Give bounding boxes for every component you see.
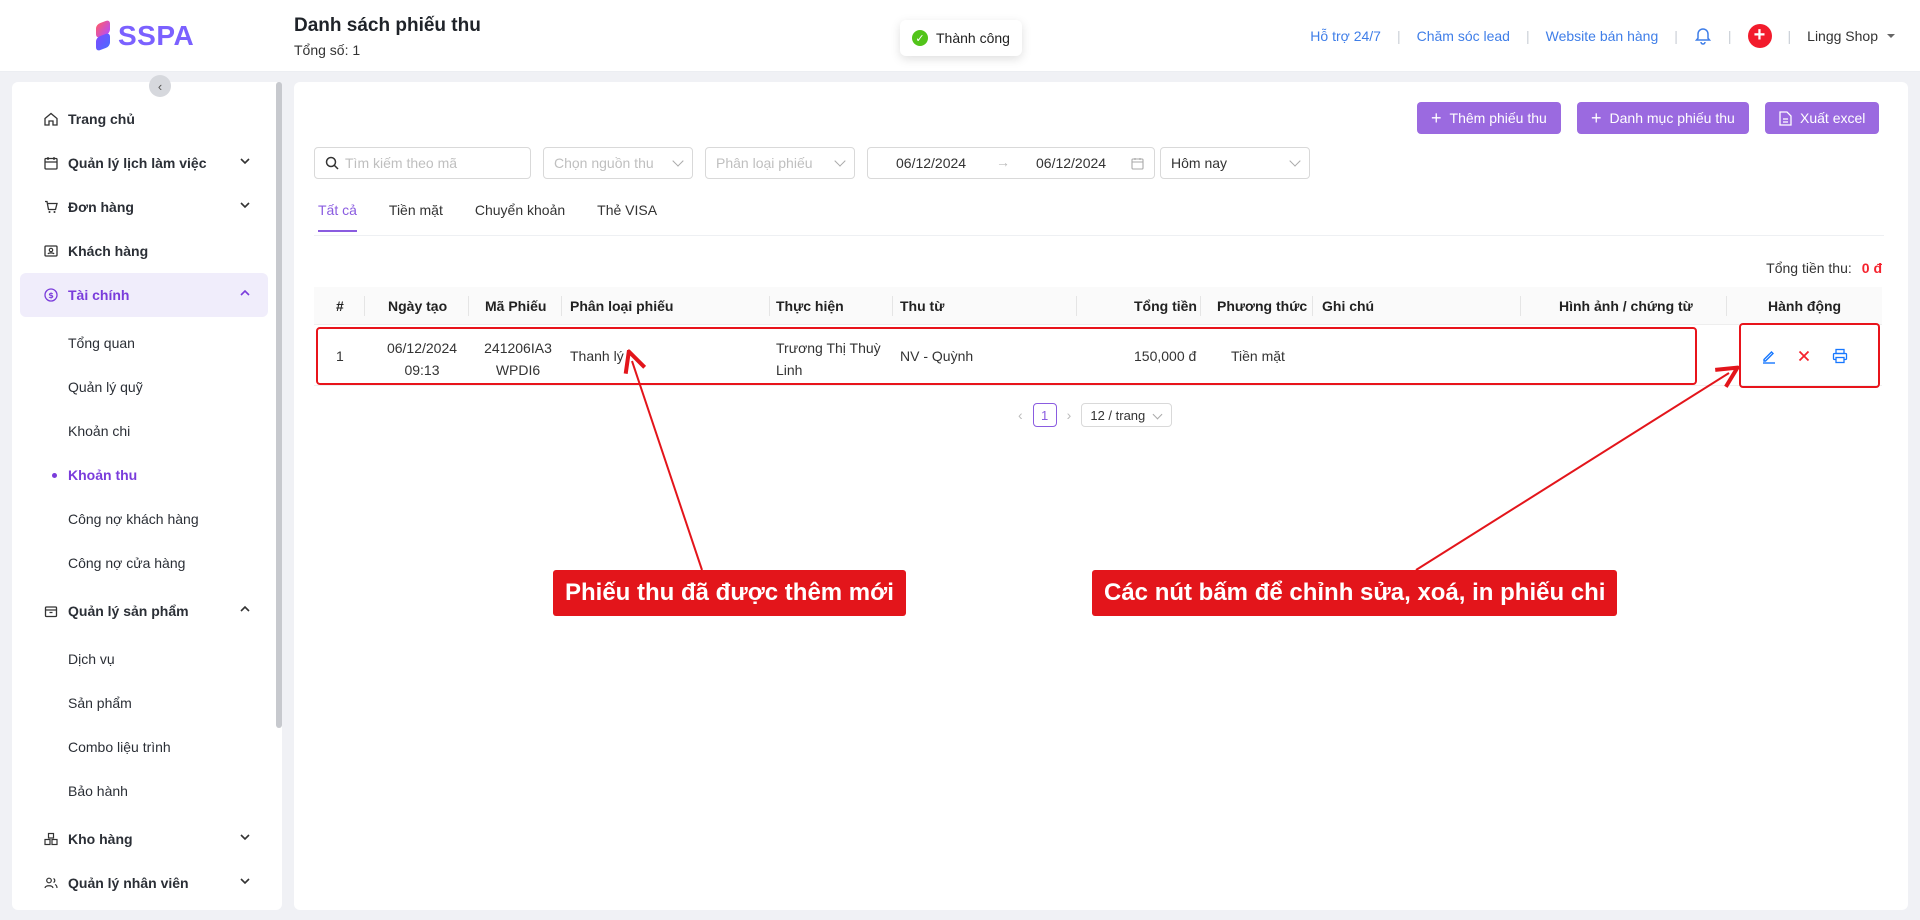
receipt-category-button[interactable]: + Danh mục phiếu thu [1577, 102, 1749, 134]
cart-icon [45, 200, 58, 213]
divider: | [1674, 28, 1678, 44]
chevron-up-icon [240, 289, 250, 296]
record-count: Tổng số: 1 [294, 42, 361, 58]
logo-text: SSPA [118, 20, 195, 51]
sales-website-link[interactable]: Website bán hàng [1546, 28, 1659, 44]
preset-range-select[interactable]: Hôm nay [1160, 147, 1310, 179]
date-from: 06/12/2024 [896, 155, 967, 171]
chevron-down-icon [240, 878, 250, 885]
receipt-type-select[interactable]: Phân loại phiếu [705, 147, 855, 179]
chevron-down-icon [1289, 155, 1301, 167]
calendar-icon [1131, 158, 1144, 170]
sidebar-subitem-income[interactable]: Khoản thu [20, 453, 268, 497]
chevron-down-icon [240, 834, 250, 841]
export-excel-button[interactable]: Xuất excel [1765, 102, 1880, 134]
divider: | [1525, 28, 1530, 44]
support-link[interactable]: Hỗ trợ 24/7 [1310, 28, 1381, 44]
add-receipt-button[interactable]: + Thêm phiếu thu [1417, 102, 1561, 134]
lead-care-link[interactable]: Chăm sóc lead [1417, 28, 1510, 44]
prev-page-icon[interactable]: ‹ [1018, 407, 1023, 423]
income-source-select[interactable]: Chọn nguồn thu [543, 147, 693, 179]
divider: | [1396, 28, 1401, 44]
active-dot [52, 473, 57, 478]
total-income: Tổng tiền thu: 0 đ [1766, 260, 1882, 276]
chevron-down-icon [240, 202, 250, 209]
date-to: 06/12/2024 [1036, 155, 1107, 171]
users-icon [44, 877, 58, 889]
box-icon [44, 606, 58, 618]
quick-add-icon[interactable]: + [1747, 24, 1772, 48]
chevron-up-icon [240, 605, 250, 612]
sidebar-item-staff[interactable]: Quản lý nhân viên [20, 861, 268, 905]
success-toast: ✓ Thành công [900, 20, 1022, 56]
tab-visa[interactable]: Thẻ VISA [597, 202, 657, 232]
caret-down-icon [1887, 34, 1895, 38]
shop-selector[interactable]: Lingg Shop [1807, 28, 1896, 44]
file-icon [1779, 110, 1792, 126]
callout-new-receipt: Phiếu thu đã được thêm mới [553, 570, 906, 616]
check-circle-icon: ✓ [912, 30, 928, 46]
table-header: # Ngày tạo Mã Phiếu Phân loại phiếu Thực… [314, 287, 1882, 325]
tab-cash[interactable]: Tiền mặt [389, 202, 443, 232]
dollar-circle-icon: $ [44, 288, 58, 302]
sidebar-item-home[interactable]: Trang chủ [20, 97, 268, 141]
top-header: SSPA Danh sách phiếu thu Tổng số: 1 ✓ Th… [0, 0, 1920, 72]
sidebar-item-finance[interactable]: $ Tài chính [20, 273, 268, 317]
contact-card-icon [44, 245, 58, 257]
calendar-icon [44, 157, 58, 170]
chevron-down-icon [240, 158, 250, 165]
actions-highlight [1739, 323, 1880, 388]
sidebar-subitem-overview[interactable]: Tổng quan [20, 321, 268, 365]
tab-divider [314, 235, 1884, 236]
sidebar-subitem-customer-debt[interactable]: Công nợ khách hàng [20, 497, 268, 541]
sidebar-item-customers[interactable]: Khách hàng [20, 229, 268, 273]
shop-name: Lingg Shop [1807, 28, 1878, 44]
sidebar-subitem-expense[interactable]: Khoản chi [20, 409, 268, 453]
collapse-sidebar-button[interactable]: ‹ [149, 75, 171, 97]
sidebar-item-schedule[interactable]: Quản lý lịch làm việc [20, 141, 268, 185]
next-page-icon[interactable]: › [1067, 407, 1072, 423]
pagination: ‹ 1 › 12 / trang [1018, 403, 1173, 427]
date-range-picker[interactable]: 06/12/2024 → 06/12/2024 [867, 147, 1155, 179]
toast-text: Thành công [936, 30, 1010, 46]
plus-icon: + [1431, 108, 1442, 128]
divider: | [1727, 28, 1732, 44]
sidebar-subitem-warranty[interactable]: Bảo hành [20, 769, 268, 813]
warehouse-icon [44, 832, 58, 846]
sidebar-scrollbar[interactable] [276, 82, 282, 728]
home-icon [44, 112, 58, 126]
sidebar-subitem-combo[interactable]: Combo liệu trình [20, 725, 268, 769]
arrow-right-icon: → [996, 154, 1010, 170]
sidebar-subitem-goods[interactable]: Sản phẩm [20, 681, 268, 725]
tab-all[interactable]: Tất cả [318, 202, 357, 232]
bell-icon[interactable] [1694, 27, 1712, 45]
new-row-highlight [316, 327, 1697, 385]
top-nav: Hỗ trợ 24/7 | Chăm sóc lead | Website bá… [1310, 22, 1896, 50]
svg-text:$: $ [48, 291, 54, 300]
search-input[interactable]: Tìm kiếm theo mã [314, 147, 531, 179]
sidebar-item-orders[interactable]: Đơn hàng [20, 185, 268, 229]
sidebar-subitem-store-debt[interactable]: Công nợ cửa hàng [20, 541, 268, 585]
tab-transfer[interactable]: Chuyển khoản [475, 202, 565, 232]
total-income-value: 0 đ [1861, 260, 1882, 276]
payment-tabs: Tất cả Tiền mặt Chuyển khoản Thẻ VISA [318, 202, 657, 232]
sidebar-subitem-fund[interactable]: Quản lý quỹ [20, 365, 268, 409]
logo-icon [94, 19, 112, 52]
callout-action-buttons: Các nút bấm để chỉnh sửa, xoá, in phiếu … [1092, 570, 1618, 616]
search-icon [325, 156, 339, 170]
sidebar-item-products[interactable]: Quản lý sản phẩm [20, 589, 268, 633]
page-size-select[interactable]: 12 / trang [1081, 403, 1173, 427]
chevron-down-icon [672, 155, 684, 167]
sidebar-item-warehouse[interactable]: Kho hàng [20, 817, 268, 861]
plus-icon: + [1591, 108, 1602, 128]
sidebar-subitem-services[interactable]: Dịch vụ [20, 637, 268, 681]
divider: | [1787, 28, 1792, 44]
chevron-down-icon [834, 155, 846, 167]
logo[interactable]: SSPA [94, 19, 195, 52]
page-number[interactable]: 1 [1032, 403, 1057, 427]
sidebar-menu: Trang chủ Quản lý lịch làm việc Đơn hàng… [20, 97, 268, 905]
page-title: Danh sách phiếu thu [294, 15, 481, 36]
